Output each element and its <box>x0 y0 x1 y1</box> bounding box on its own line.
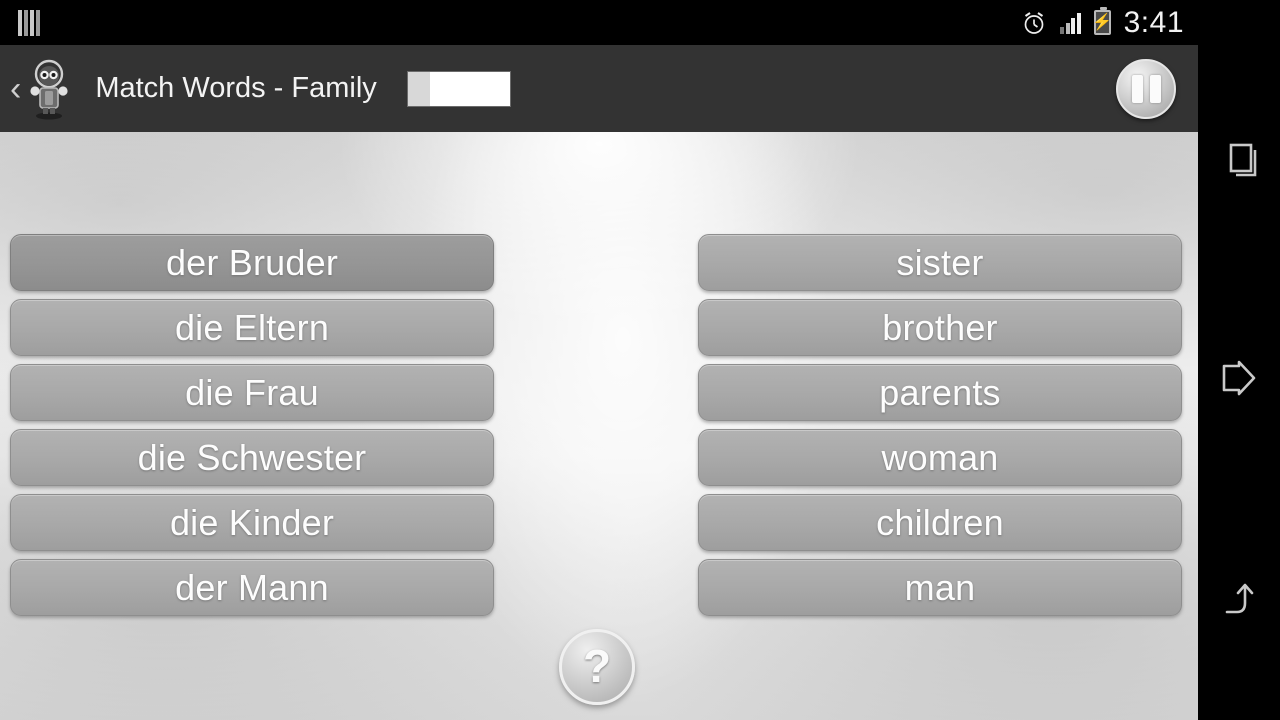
status-bar-right-group: ⚡ 3:41 <box>1021 6 1198 40</box>
word-button-left-4[interactable]: die Kinder <box>10 494 494 551</box>
robot-mascot-icon <box>25 58 73 120</box>
word-button-label: man <box>904 566 976 608</box>
word-button-label: sister <box>896 241 984 283</box>
word-button-label: woman <box>881 436 999 478</box>
word-button-right-0[interactable]: sister <box>698 234 1182 291</box>
progress-bar-fill <box>407 71 431 106</box>
word-button-left-3[interactable]: die Schwester <box>10 429 494 486</box>
word-button-label: der Mann <box>175 566 329 608</box>
word-button-left-1[interactable]: die Eltern <box>10 299 494 356</box>
word-button-label: die Schwester <box>137 436 367 478</box>
pause-bar-left <box>1131 74 1143 103</box>
word-button-right-4[interactable]: children <box>698 494 1182 551</box>
home-icon[interactable] <box>1198 318 1280 438</box>
signal-icon <box>1060 12 1081 34</box>
pause-button[interactable] <box>1116 58 1176 119</box>
app-header: ‹ Match Words - Family <box>0 45 1198 132</box>
word-button-label: die Frau <box>185 371 319 413</box>
word-button-label: die Kinder <box>169 501 335 543</box>
pause-bar-right <box>1149 74 1161 103</box>
right-word-column: sister brother parents woman children man <box>698 234 1182 616</box>
word-button-label: parents <box>879 371 1001 413</box>
status-bar-clock: 3:41 <box>1123 5 1184 39</box>
back-icon[interactable] <box>1198 538 1280 658</box>
back-button[interactable]: ‹ <box>10 72 21 106</box>
device-screen: ⚡ 3:41 ‹ Match Words - Family der Bruder… <box>0 0 1280 720</box>
game-area: der Bruder die Eltern die Frau die Schweste… <box>0 132 1198 720</box>
word-button-label: die Eltern <box>174 306 330 348</box>
status-bar: ⚡ 3:41 <box>0 0 1198 45</box>
left-word-column: der Bruder die Eltern die Frau die Schweste… <box>10 234 494 616</box>
word-button-right-2[interactable]: parents <box>698 364 1182 421</box>
word-button-label: der Bruder <box>165 241 339 283</box>
word-button-left-0[interactable]: der Bruder <box>10 234 494 291</box>
battery-charging-icon: ⚡ <box>1092 7 1112 35</box>
word-button-left-2[interactable]: die Frau <box>10 364 494 421</box>
sim-card-icon <box>18 9 40 36</box>
word-button-right-1[interactable]: brother <box>698 299 1182 356</box>
word-button-right-3[interactable]: woman <box>698 429 1182 486</box>
help-button[interactable]: ? <box>559 629 635 705</box>
recent-apps-icon[interactable] <box>1198 98 1280 218</box>
word-button-label: children <box>876 501 1004 543</box>
alarm-icon <box>1021 10 1047 36</box>
page-title: Match Words - Family <box>95 72 377 104</box>
word-button-right-5[interactable]: man <box>698 559 1182 616</box>
word-button-label: brother <box>882 306 998 348</box>
android-navigation-bar <box>1198 0 1280 720</box>
help-label: ? <box>582 639 612 692</box>
word-button-left-5[interactable]: der Mann <box>10 559 494 616</box>
progress-bar <box>406 70 511 107</box>
